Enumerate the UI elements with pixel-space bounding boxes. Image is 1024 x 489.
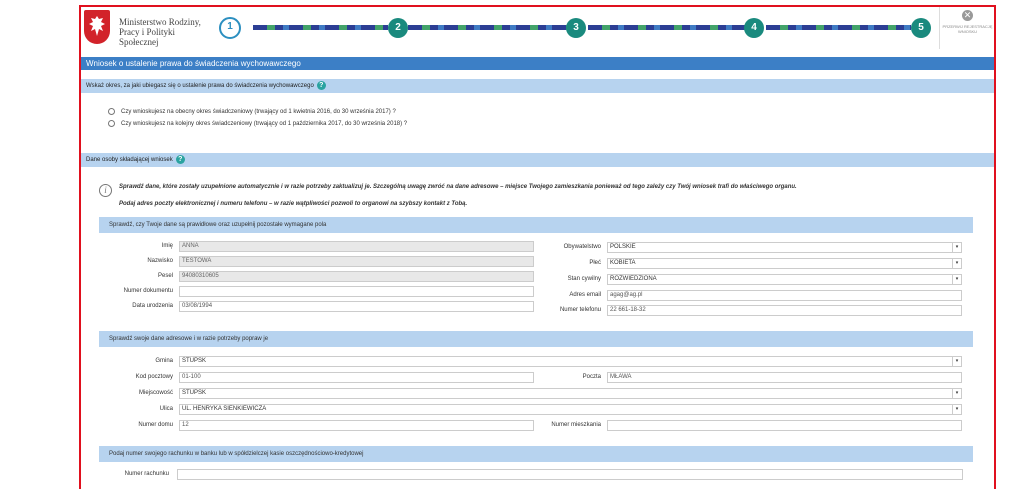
step-5[interactable]: 5 [911,18,931,38]
dropdown-caret-icon: ▾ [952,405,961,414]
dropdown-caret-icon: ▾ [952,259,961,268]
period-section-header: Wskaż okres, za jaki ubiegasz się o usta… [81,79,994,93]
period-option-next-label: Czy wnioskujesz na kolejny okres świadcz… [121,121,408,128]
applicant-section-header: Dane osoby składającej wniosek? [81,153,994,167]
postal-code-label: Kod pocztowy [135,374,173,380]
help-icon[interactable]: ? [175,154,185,164]
gender-value: KOBIETA [610,260,636,266]
eagle-emblem-icon [84,10,110,44]
locality-select[interactable]: STUPSK ▾ [179,388,962,399]
dropdown-caret-icon: ▾ [952,243,961,252]
info-notice: i Sprawdź dane, które zostały uzupełnion… [99,184,979,212]
ministry-name-line1: Ministerstwo Rodziny, [119,17,201,27]
personal-data-header: Sprawdź, czy Twoje dane są prawidłowe or… [99,217,973,233]
last-name-field[interactable]: TESTOWA [179,256,534,267]
marital-status-value: ROZWIEDZIONA [610,276,657,282]
gmina-select[interactable]: STUPSK ▾ [179,356,962,367]
cancel-registration-button[interactable]: ✕ PRZERWIJ REJESTRACJĘ WNIOSKU [939,7,994,49]
application-frame: Ministerstwo Rodziny, Pracy i Polityki S… [79,5,996,489]
gmina-value: STUPSK [182,358,207,364]
locality-label: Miejscowość [138,390,173,396]
cancel-registration-label: PRZERWIJ REJESTRACJĘ WNIOSKU [942,24,993,34]
period-option-next[interactable]: Czy wnioskujesz na kolejny okres świadcz… [108,120,407,128]
period-option-current[interactable]: Czy wnioskujesz na obecny okres świadcze… [108,108,396,116]
street-label: Ulica [159,406,173,412]
dropdown-caret-icon: ▾ [952,275,961,284]
post-office-label: Poczta [582,374,601,380]
bank-account-header: Podaj numer swojego rachunku w banku lub… [99,446,973,462]
street-value: UL. HENRYKA SIENKIEWICZA [182,406,267,412]
info-icon: i [99,184,112,197]
radio-button[interactable] [108,120,115,127]
step-connector [766,25,911,30]
info-text-line2: Podaj adres poczty elektronicznej i nume… [119,201,468,207]
house-number-label: Numer domu [138,422,173,428]
citizenship-value: POLSKIE [610,244,636,250]
step-connector [408,25,568,30]
info-text-line1: Sprawdź dane, które zostały uzupełnione … [119,184,797,190]
step-2[interactable]: 2 [388,18,408,38]
marital-status-label: Stan cywilny [567,276,601,282]
email-label: Adres email [569,292,601,298]
apartment-number-label: Numer mieszkania [551,422,601,428]
address-data-header: Sprawdź swoje dane adresowe i w razie po… [99,331,973,347]
period-option-current-label: Czy wnioskujesz na obecny okres świadcze… [121,109,396,116]
header: Ministerstwo Rodziny, Pracy i Polityki S… [81,7,994,51]
help-icon[interactable]: ? [316,80,326,90]
first-name-field[interactable]: ANNA [179,241,534,252]
birth-date-label: Data urodzenia [132,303,173,309]
dropdown-caret-icon: ▾ [952,389,961,398]
period-section-label: Wskaż okres, za jaki ubiegasz się o usta… [86,83,314,89]
postal-code-field[interactable]: 01-100 [179,372,534,383]
pesel-label: Pesel [157,273,173,279]
ministry-name: Ministerstwo Rodziny, Pracy i Polityki S… [119,17,209,47]
citizenship-select[interactable]: POLSKIE ▾ [607,242,962,253]
account-number-field[interactable] [177,469,963,480]
radio-button[interactable] [108,108,115,115]
gmina-label: Gmina [155,358,173,364]
step-connector [588,25,746,30]
applicant-section-label: Dane osoby składającej wniosek [86,157,173,163]
street-select[interactable]: UL. HENRYKA SIENKIEWICZA ▾ [179,404,962,415]
document-number-field[interactable] [179,286,534,297]
house-number-field[interactable]: 12 [179,420,534,431]
locality-value: STUPSK [182,390,207,396]
gender-label: Płeć [589,260,601,266]
document-number-label: Numer dokumentu [123,288,173,294]
page-title: Wniosek o ustalenie prawa do świadczenia… [81,57,994,70]
dropdown-caret-icon: ▾ [952,357,961,366]
gender-select[interactable]: KOBIETA ▾ [607,258,962,269]
citizenship-label: Obywatelstwo [563,244,601,250]
first-name-label: Imię [161,243,173,249]
email-field[interactable]: agag@ag.pl [607,290,962,301]
step-3[interactable]: 3 [566,18,586,38]
account-number-label: Numer rachunku [124,471,169,477]
step-connector [253,25,388,30]
birth-date-field[interactable]: 03/08/1994 [179,301,534,312]
close-icon: ✕ [962,10,973,21]
step-4[interactable]: 4 [744,18,764,38]
last-name-label: Nazwisko [147,258,173,264]
pesel-field[interactable]: 94080310605 [179,271,534,282]
phone-field[interactable]: 22 661-18-32 [607,305,962,316]
step-1[interactable]: 1 [219,17,241,39]
ministry-name-line2: Pracy i Polityki Społecznej [119,27,175,47]
marital-status-select[interactable]: ROZWIEDZIONA ▾ [607,274,962,285]
post-office-field[interactable]: MŁAWA [607,372,962,383]
phone-label: Numer telefonu [559,307,601,313]
apartment-number-field[interactable] [607,420,962,431]
